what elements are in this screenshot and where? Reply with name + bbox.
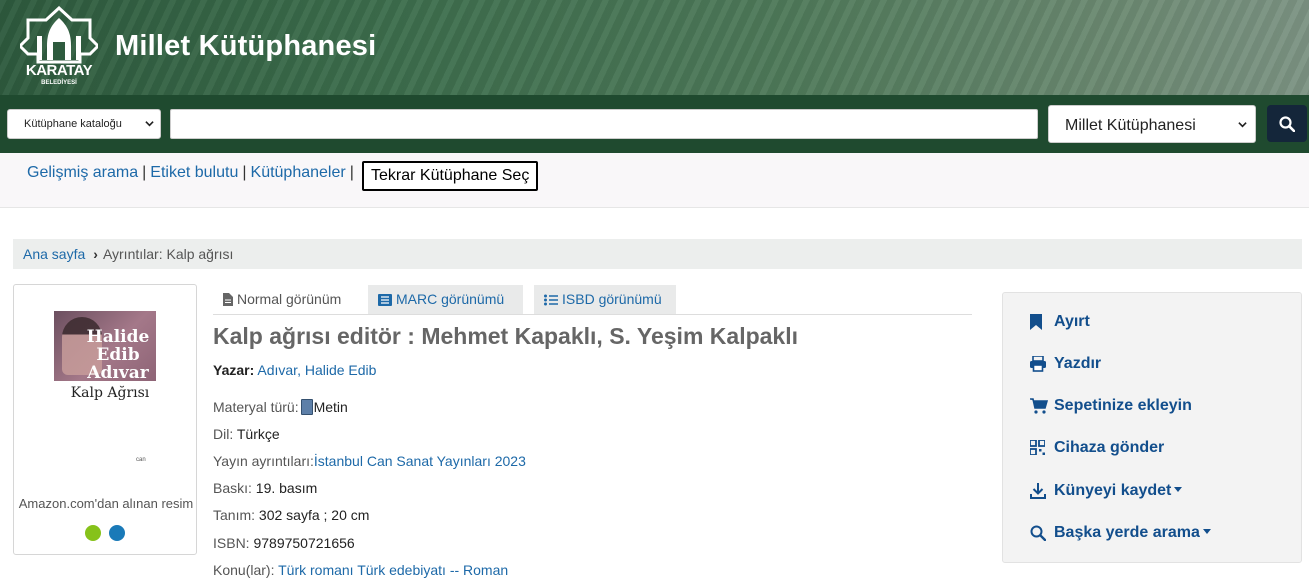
subjects-field: Konu(lar): Türk romanı Türk edebiyatı --…: [213, 562, 508, 578]
search-elsewhere-label: Başka yerde arama: [1054, 524, 1200, 541]
tab-marc-view[interactable]: MARC görünümü: [368, 285, 523, 314]
edition-field: Baskı: 19. basım: [213, 480, 317, 496]
description-field: Tanım: 302 sayfa ; 20 cm: [213, 507, 369, 523]
author-label: Yazar:: [213, 362, 255, 378]
logo-text: KARATAY: [25, 62, 93, 79]
language-field: Dil: Türkçe: [213, 426, 280, 442]
hold-action[interactable]: Ayırt: [1030, 313, 1090, 331]
tab-isbd-view[interactable]: ISBD görünümü: [534, 285, 676, 314]
search-bar: Kütüphane kataloğu Millet Kütüphanesi: [0, 95, 1309, 153]
catalog-select[interactable]: Kütüphane kataloğu: [7, 109, 161, 139]
description-label: Tanım:: [213, 507, 256, 523]
publication-label: Yayın ayrıntıları:: [213, 453, 314, 469]
libraries-link[interactable]: Kütüphaneler: [251, 164, 346, 181]
search-elsewhere-action[interactable]: Başka yerde arama: [1030, 524, 1211, 542]
edition-value: 19. basım: [255, 480, 318, 496]
list-box-icon: [378, 294, 392, 306]
site-header: KARATAY BELEDİYESİ Millet Kütüphanesi: [0, 0, 1309, 95]
cover-title: Kalp Ağrısı: [70, 385, 150, 401]
bookmark-icon: [1030, 314, 1042, 330]
search-icon: [1279, 116, 1295, 132]
printer-icon: [1030, 356, 1046, 372]
search-icon: [1030, 525, 1046, 541]
language-label: Dil:: [213, 426, 234, 442]
print-label: Yazdır: [1054, 355, 1102, 372]
send-to-device-label: Cihaza gönder: [1054, 439, 1165, 456]
subject-link[interactable]: Türk edebiyatı -- Roman: [357, 562, 508, 578]
separator: |: [349, 164, 354, 181]
material-type-label: Materyal türü:: [213, 399, 299, 415]
book-cover-image[interactable]: Halide Edib Adıvar Kalp Ağrısı can: [54, 311, 158, 471]
caret-down-icon: [1174, 487, 1183, 492]
save-record-action[interactable]: Künyeyi kaydet: [1030, 482, 1183, 500]
document-icon: [223, 293, 233, 306]
separator: |: [142, 164, 147, 181]
breadcrumb: Ana sayfa › Ayrıntılar: Kalp ağrısı: [13, 239, 1302, 269]
separator: |: [242, 164, 247, 181]
site-title[interactable]: Millet Kütüphanesi: [115, 30, 376, 63]
book-icon: [300, 399, 313, 415]
isbn-value: 9789750721656: [253, 535, 355, 551]
author-field: Yazar: Adıvar, Halide Edib: [213, 362, 376, 378]
author-link[interactable]: Adıvar, Halide Edib: [257, 362, 376, 378]
reselect-library-button[interactable]: Tekrar Kütüphane Seç: [362, 161, 539, 191]
save-record-label: Künyeyi kaydet: [1054, 482, 1172, 499]
cover-publisher: can: [136, 457, 146, 463]
cover-panel: Halide Edib Adıvar Kalp Ağrısı can Amazo…: [13, 284, 197, 555]
tab-normal-label: Normal görünüm: [237, 291, 342, 307]
search-input[interactable]: [170, 109, 1038, 139]
breadcrumb-home-link[interactable]: Ana sayfa: [23, 246, 85, 262]
qr-code-icon: [1030, 440, 1045, 455]
search-button[interactable]: [1267, 105, 1307, 142]
cart-icon: [1030, 398, 1048, 414]
send-to-device-action[interactable]: Cihaza gönder: [1030, 439, 1164, 457]
caret-down-icon: [1202, 529, 1211, 534]
record-title: Kalp ağrısı editör : Mehmet Kapaklı, S. …: [213, 323, 798, 349]
cover-carousel-dot-active[interactable]: [109, 525, 125, 541]
publication-field: Yayın ayrıntıları:İstanbul Can Sanat Yay…: [213, 453, 526, 469]
tab-marc-label: MARC görünümü: [396, 291, 505, 307]
isbn-label: ISBN:: [213, 535, 250, 551]
chevron-down-icon: [145, 121, 154, 127]
catalog-select-value: Kütüphane kataloğu: [24, 118, 122, 130]
breadcrumb-current: Ayrıntılar: Kalp ağrısı: [102, 246, 234, 262]
subjects-label: Konu(lar):: [213, 562, 275, 578]
print-action[interactable]: Yazdır: [1030, 355, 1101, 373]
isbn-field: ISBN: 9789750721656: [213, 535, 355, 551]
tab-isbd-label: ISBD görünümü: [562, 291, 662, 307]
library-select[interactable]: Millet Kütüphanesi: [1048, 105, 1256, 143]
download-icon: [1030, 483, 1046, 499]
cover-author: Halide Edib Adıvar: [86, 327, 150, 383]
add-to-cart-action[interactable]: Sepetinize ekleyin: [1030, 397, 1192, 415]
subnav-links: Gelişmiş arama | Etiket bulutu | Kütüphanele…: [27, 164, 358, 182]
cover-carousel-dot[interactable]: [85, 525, 101, 541]
view-tabs: Normal görünüm MARC görünümü ISBD görünü…: [213, 285, 972, 315]
advanced-search-link[interactable]: Gelişmiş arama: [27, 164, 138, 181]
cover-caption: Amazon.com'dan alınan resim: [18, 496, 194, 511]
sub-navigation: Gelişmiş arama | Etiket bulutu | Kütüphanele…: [0, 153, 1309, 208]
material-type-value: Metin: [313, 399, 348, 415]
edition-label: Baskı:: [213, 480, 252, 496]
subject-link[interactable]: Türk romanı: [278, 562, 353, 578]
chevron-right-icon: ›: [93, 246, 98, 262]
actions-panel: Ayırt Yazdır Sepetinize ekleyin Cihaza g…: [1002, 292, 1302, 563]
language-value: Türkçe: [236, 426, 280, 442]
hold-label: Ayırt: [1054, 313, 1090, 330]
chevron-down-icon: [1238, 122, 1247, 128]
description-value: 302 sayfa ; 20 cm: [258, 507, 370, 523]
list-icon: [544, 294, 558, 306]
library-select-value: Millet Kütüphanesi: [1065, 117, 1196, 134]
logo-subtext: BELEDİYESİ: [41, 80, 77, 86]
add-to-cart-label: Sepetinize ekleyin: [1054, 397, 1192, 414]
material-type-field: Materyal türü: Metin: [213, 399, 348, 415]
publication-link[interactable]: İstanbul Can Sanat Yayınları 2023: [314, 453, 526, 469]
tab-normal-view[interactable]: Normal görünüm: [213, 285, 352, 314]
tag-cloud-link[interactable]: Etiket bulutu: [150, 164, 238, 181]
